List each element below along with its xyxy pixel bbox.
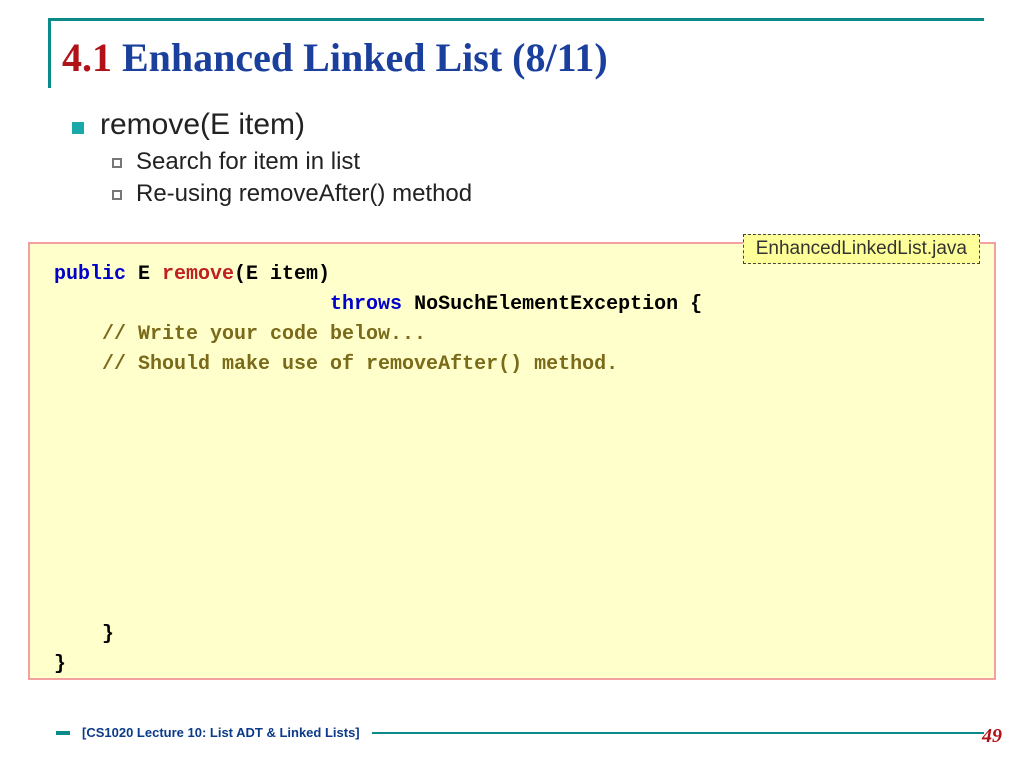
- code-line: throws NoSuchElementException {: [54, 293, 702, 316]
- bullet-level1: remove(E item): [72, 108, 964, 142]
- footer-dash-icon: [56, 731, 70, 735]
- top-rule: [48, 18, 984, 21]
- page-number: 49: [982, 725, 1002, 748]
- bullet-square-icon: [72, 122, 84, 134]
- slide: 4.1 Enhanced Linked List (8/11) remove(E…: [0, 0, 1024, 768]
- code-pad: [54, 293, 330, 316]
- title-text: Enhanced Linked List (8/11): [122, 35, 608, 80]
- footer-rule: [372, 732, 984, 734]
- code-line: }: [54, 653, 66, 676]
- code-box: public E remove(E item) throws NoSuchEle…: [28, 242, 996, 680]
- slide-title: 4.1 Enhanced Linked List (8/11): [62, 34, 608, 81]
- bullet-level2: Re-using removeAfter() method: [112, 180, 964, 208]
- footer-text: [CS1020 Lecture 10: List ADT & Linked Li…: [82, 725, 360, 740]
- left-rule: [48, 18, 51, 88]
- comment-line: // Should make use of removeAfter() meth…: [54, 353, 618, 376]
- bullet-text: Search for item in list: [136, 148, 360, 176]
- bullet-level2: Search for item in list: [112, 148, 964, 176]
- code-text: (E item): [234, 263, 330, 286]
- code-text: E: [126, 263, 162, 286]
- code-line: public E remove(E item): [54, 263, 330, 286]
- bullet-list: remove(E item) Search for item in list R…: [72, 108, 964, 208]
- keyword: throws: [330, 293, 402, 316]
- comment-line: // Write your code below...: [54, 323, 426, 346]
- method-name: remove: [162, 263, 234, 286]
- code-text: NoSuchElementException {: [402, 293, 702, 316]
- footer: [CS1020 Lecture 10: List ADT & Linked Li…: [56, 725, 984, 740]
- bullet-text: remove(E item): [100, 108, 305, 142]
- bullet-hollow-square-icon: [112, 158, 122, 168]
- keyword: public: [54, 263, 126, 286]
- section-number: 4.1: [62, 35, 112, 80]
- code-line: }: [54, 623, 114, 646]
- bullet-text: Re-using removeAfter() method: [136, 180, 472, 208]
- file-name-tag: EnhancedLinkedList.java: [743, 234, 980, 264]
- bullet-hollow-square-icon: [112, 190, 122, 200]
